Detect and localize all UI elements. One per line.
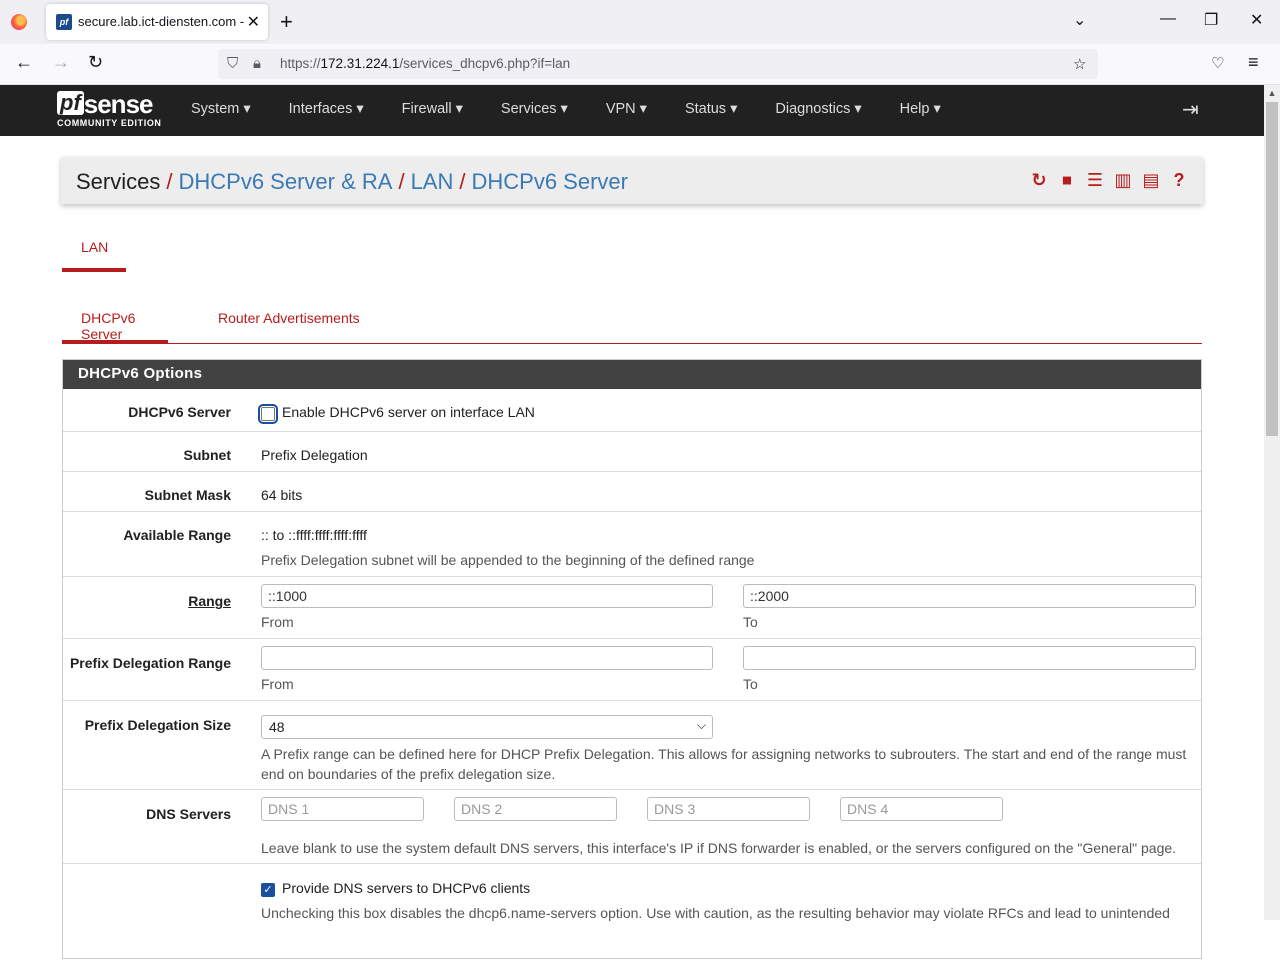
chevron-down-icon: ⌵: [696, 718, 706, 732]
pd-range-from-input[interactable]: [261, 646, 713, 670]
bookmark-star-icon[interactable]: ☆: [1073, 55, 1086, 73]
pfsense-logo[interactable]: pf sense COMMUNITY EDITION: [57, 91, 162, 128]
tab-router-advertisements[interactable]: Router Advertisements: [218, 310, 360, 326]
breadcrumb-root: Services: [76, 169, 161, 194]
log-list-icon[interactable]: ▤: [1141, 170, 1161, 191]
shield-icon[interactable]: ⛉: [227, 55, 238, 72]
settings-sliders-icon[interactable]: ☰: [1085, 170, 1105, 191]
dns2-input[interactable]: [454, 797, 617, 821]
breadcrumb-dhcpv6-server-ra[interactable]: DHCPv6 Server & RA: [178, 169, 392, 194]
provide-dns-checkbox[interactable]: ✓: [261, 883, 275, 897]
dns4-input[interactable]: [840, 797, 1003, 821]
stop-service-icon[interactable]: ⏹: [1057, 170, 1077, 191]
tab-list-chevron-icon[interactable]: ⌄: [1073, 10, 1086, 30]
breadcrumb-lan[interactable]: LAN: [411, 169, 454, 194]
sub-tabs: DHCPv6 Server Router Advertisements: [62, 298, 1202, 344]
browser-navbar: ← → ↻ ⛉ 🔒︎ https://172.31.224.1/services…: [0, 44, 1280, 85]
tab-dhcpv6-server[interactable]: DHCPv6 Server: [62, 298, 168, 343]
breadcrumb-dhcpv6-server[interactable]: DHCPv6 Server: [471, 169, 627, 194]
range-from-input[interactable]: [261, 584, 713, 608]
logout-icon[interactable]: ⇥: [1182, 97, 1199, 122]
enable-dhcpv6-checkbox[interactable]: [258, 404, 278, 424]
restore-icon[interactable]: ❐: [1204, 10, 1218, 30]
pd-size-select[interactable]: 48 ⌵: [261, 715, 713, 739]
menu-status[interactable]: Status ▾: [685, 101, 737, 117]
row-dns-servers: DNS Servers Leave blank to use the syste…: [63, 790, 1201, 864]
app-menu-icon[interactable]: ≡: [1248, 52, 1259, 73]
restart-service-icon[interactable]: ↻: [1029, 170, 1049, 191]
menu-system[interactable]: System ▾: [191, 101, 251, 117]
menu-help[interactable]: Help ▾: [900, 101, 941, 117]
row-provide-dns: ✓ Provide DNS servers to DHCPv6 clients …: [261, 880, 1170, 921]
menu-interfaces[interactable]: Interfaces ▾: [289, 101, 364, 117]
menu-services[interactable]: Services ▾: [501, 101, 568, 117]
tab-lan[interactable]: LAN: [62, 230, 126, 272]
range-to-input[interactable]: [743, 584, 1196, 608]
row-prefix-delegation-size: Prefix Delegation Size 48 ⌵ A Prefix ran…: [63, 701, 1201, 790]
main-menu: System ▾ Interfaces ▾ Firewall ▾ Service…: [191, 101, 979, 117]
lock-icon[interactable]: 🔒︎: [253, 55, 261, 72]
row-available-range: Available Range :: to ::ffff:ffff:ffff:f…: [63, 512, 1201, 577]
browser-tab[interactable]: pf secure.lab.ict-diensten.com - Service…: [46, 4, 268, 40]
menu-firewall[interactable]: Firewall ▾: [402, 101, 463, 117]
help-icon[interactable]: ?: [1169, 170, 1189, 191]
row-dhcpv6-server: DHCPv6 Server Enable DHCPv6 server on in…: [63, 389, 1201, 432]
status-chart-icon[interactable]: ▥: [1113, 170, 1133, 191]
pocket-icon[interactable]: ♡: [1211, 54, 1224, 72]
minimize-icon[interactable]: —: [1160, 10, 1176, 28]
pfsense-navbar: pf sense COMMUNITY EDITION System ▾ Inter…: [0, 85, 1264, 136]
page-scrollbar[interactable]: ▲: [1264, 85, 1280, 920]
dhcpv6-options-panel: DHCPv6 Options DHCPv6 Server Enable DHCP…: [62, 359, 1202, 959]
url-text[interactable]: https://172.31.224.1/services_dhcpv6.php…: [280, 56, 570, 71]
back-icon[interactable]: ←: [15, 52, 33, 73]
browser-tabbar: pf secure.lab.ict-diensten.com - Service…: [0, 0, 1280, 44]
url-bar[interactable]: ⛉ 🔒︎ https://172.31.224.1/services_dhcpv…: [218, 49, 1098, 79]
dns3-input[interactable]: [647, 797, 810, 821]
dns1-input[interactable]: [261, 797, 424, 821]
row-range: Range From To: [63, 577, 1201, 639]
menu-diagnostics[interactable]: Diagnostics ▾: [775, 101, 861, 117]
firefox-icon[interactable]: [11, 14, 27, 30]
breadcrumb: Services / DHCPv6 Server & RA / LAN / DHCPv6 S…: [61, 157, 1203, 204]
close-window-icon[interactable]: ✕: [1250, 10, 1263, 30]
panel-title: DHCPv6 Options: [63, 360, 1201, 389]
close-tab-icon[interactable]: ✕: [247, 12, 260, 32]
row-subnet: Subnet Prefix Delegation: [63, 432, 1201, 472]
new-tab-icon[interactable]: +: [280, 9, 293, 35]
forward-icon[interactable]: →: [52, 52, 70, 73]
scrollbar-thumb[interactable]: [1266, 102, 1278, 436]
reload-icon[interactable]: ↻: [88, 52, 103, 73]
menu-vpn[interactable]: VPN ▾: [606, 101, 647, 117]
row-prefix-delegation-range: Prefix Delegation Range From To: [63, 639, 1201, 701]
row-subnet-mask: Subnet Mask 64 bits: [63, 472, 1201, 512]
scroll-up-icon[interactable]: ▲: [1264, 85, 1280, 101]
tab-title: secure.lab.ict-diensten.com - Services: …: [78, 14, 248, 29]
pfsense-favicon-icon: pf: [56, 14, 72, 30]
pd-range-to-input[interactable]: [743, 646, 1196, 670]
